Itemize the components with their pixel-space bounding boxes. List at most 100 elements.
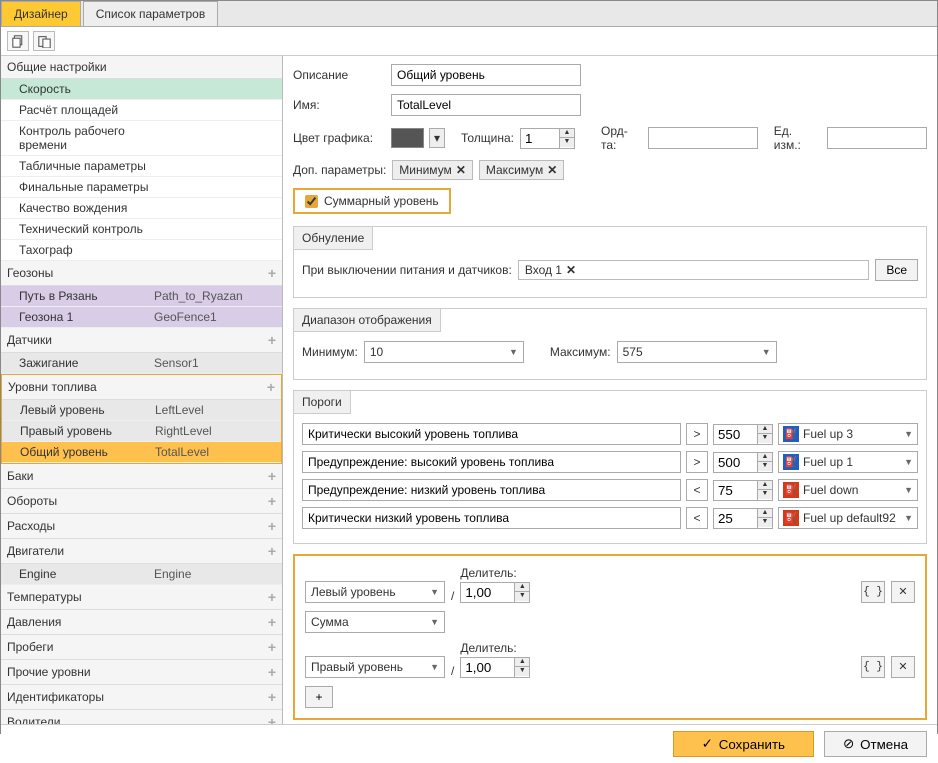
group-general[interactable]: Общие настройки (1, 56, 282, 79)
group-identifiers[interactable]: Идентификаторы+ (1, 685, 282, 710)
spin-up-icon[interactable]: ▲ (758, 481, 772, 490)
plus-icon[interactable]: + (268, 332, 276, 348)
spin-down-icon[interactable]: ▼ (560, 138, 574, 147)
paste-icon[interactable] (33, 31, 55, 51)
description-input[interactable] (391, 64, 581, 86)
remove-row-button[interactable]: ✕ (891, 656, 915, 678)
max-select[interactable]: 575▼ (617, 341, 777, 363)
power-off-input-chip[interactable]: Вход 1✕ (518, 260, 869, 280)
close-icon[interactable]: ✕ (456, 163, 466, 177)
item-engine-0[interactable]: EngineEngine (1, 564, 282, 585)
spin-up-icon[interactable]: ▲ (560, 129, 574, 138)
plus-icon[interactable]: + (268, 265, 276, 281)
item-geozone-1[interactable]: Геозона 1GeoFence1 (1, 307, 282, 328)
add-formula-row-button[interactable]: + (305, 686, 333, 708)
name-input[interactable] (391, 94, 581, 116)
chip-minimum[interactable]: Минимум✕ (392, 160, 473, 180)
threshold-comparator[interactable]: < (686, 479, 708, 501)
formula-right-select[interactable]: Правый уровень▼ (305, 656, 445, 678)
spin-down-icon[interactable]: ▼ (515, 667, 529, 676)
plus-icon[interactable]: + (267, 379, 275, 395)
threshold-comparator[interactable]: < (686, 507, 708, 529)
item-worktime[interactable]: Контроль рабочего времени (1, 121, 282, 156)
item-sensor-0[interactable]: ЗажиганиеSensor1 (1, 353, 282, 374)
item-geozone-0[interactable]: Путь в РязаньPath_to_Ryazan (1, 286, 282, 307)
tab-designer[interactable]: Дизайнер (1, 1, 81, 26)
threshold-comparator[interactable]: > (686, 451, 708, 473)
plus-icon[interactable]: + (268, 689, 276, 705)
color-swatch[interactable] (391, 128, 424, 148)
group-temperatures[interactable]: Температуры+ (1, 585, 282, 610)
plus-icon[interactable]: + (268, 639, 276, 655)
group-mileages[interactable]: Пробеги+ (1, 635, 282, 660)
item-driving-quality[interactable]: Качество вождения (1, 198, 282, 219)
thickness-spinner[interactable]: ▲▼ (520, 128, 575, 149)
group-engines[interactable]: Двигатели+ (1, 539, 282, 564)
threshold-icon-select[interactable]: ⛽Fuel up default92▼ (778, 507, 918, 529)
threshold-icon-select[interactable]: ⛽Fuel up 3▼ (778, 423, 918, 445)
code-braces-button[interactable]: { } (861, 656, 885, 678)
threshold-value-spinner[interactable]: ▲▼ (713, 508, 773, 529)
group-other-levels[interactable]: Прочие уровни+ (1, 660, 282, 685)
remove-row-button[interactable]: ✕ (891, 581, 915, 603)
threshold-icon-select[interactable]: ⛽Fuel down▼ (778, 479, 918, 501)
item-speed[interactable]: Скорость (1, 79, 282, 100)
cancel-button[interactable]: ⊘Отмена (824, 731, 927, 757)
item-fuel-1[interactable]: Правый уровеньRightLevel (2, 421, 281, 442)
close-icon[interactable]: ✕ (566, 263, 576, 277)
threshold-text-input[interactable] (302, 451, 681, 473)
spin-down-icon[interactable]: ▼ (758, 434, 772, 443)
plus-icon[interactable]: + (268, 714, 276, 724)
ordinate-input[interactable] (648, 127, 758, 149)
color-dropdown-arrow[interactable]: ▾ (429, 128, 445, 148)
spin-up-icon[interactable]: ▲ (515, 583, 529, 592)
spin-down-icon[interactable]: ▼ (515, 592, 529, 601)
threshold-value-spinner[interactable]: ▲▼ (713, 480, 773, 501)
formula-left-select[interactable]: Левый уровень▼ (305, 581, 445, 603)
formula-op-select[interactable]: Сумма▼ (305, 611, 445, 633)
threshold-text-input[interactable] (302, 479, 681, 501)
spin-up-icon[interactable]: ▲ (758, 453, 772, 462)
spin-up-icon[interactable]: ▲ (758, 509, 772, 518)
plus-icon[interactable]: + (268, 589, 276, 605)
group-sensors[interactable]: Датчики+ (1, 328, 282, 353)
divisor-2-spinner[interactable]: ▲▼ (460, 657, 530, 678)
item-fuel-0[interactable]: Левый уровеньLeftLevel (2, 400, 281, 421)
plus-icon[interactable]: + (268, 543, 276, 559)
group-consumption[interactable]: Расходы+ (1, 514, 282, 539)
copy-icon[interactable] (7, 31, 29, 51)
spin-down-icon[interactable]: ▼ (758, 490, 772, 499)
plus-icon[interactable]: + (268, 614, 276, 630)
threshold-text-input[interactable] (302, 423, 681, 445)
plus-icon[interactable]: + (268, 493, 276, 509)
unit-input[interactable] (827, 127, 927, 149)
min-select[interactable]: 10▼ (364, 341, 524, 363)
divisor-1-spinner[interactable]: ▲▼ (460, 582, 530, 603)
threshold-value-spinner[interactable]: ▲▼ (713, 452, 773, 473)
spin-up-icon[interactable]: ▲ (515, 658, 529, 667)
group-fuel-levels[interactable]: Уровни топлива+ (2, 375, 281, 400)
item-table-params[interactable]: Табличные параметры (1, 156, 282, 177)
close-icon[interactable]: ✕ (547, 163, 557, 177)
spin-down-icon[interactable]: ▼ (758, 518, 772, 527)
summary-level-checkbox[interactable] (305, 195, 318, 208)
threshold-value-spinner[interactable]: ▲▼ (713, 424, 773, 445)
item-tachograph[interactable]: Тахограф (1, 240, 282, 261)
threshold-comparator[interactable]: > (686, 423, 708, 445)
threshold-icon-select[interactable]: ⛽Fuel up 1▼ (778, 451, 918, 473)
save-button[interactable]: ✓Сохранить (673, 731, 814, 757)
code-braces-button[interactable]: { } (861, 581, 885, 603)
tab-param-list[interactable]: Список параметров (83, 1, 219, 26)
item-final-params[interactable]: Финальные параметры (1, 177, 282, 198)
group-geozones[interactable]: Геозоны+ (1, 261, 282, 286)
item-fuel-2[interactable]: Общий уровеньTotalLevel (2, 442, 281, 463)
plus-icon[interactable]: + (268, 664, 276, 680)
item-tech-control[interactable]: Технический контроль (1, 219, 282, 240)
spin-down-icon[interactable]: ▼ (758, 462, 772, 471)
chip-maximum[interactable]: Максимум✕ (479, 160, 564, 180)
threshold-text-input[interactable] (302, 507, 681, 529)
group-rpm[interactable]: Обороты+ (1, 489, 282, 514)
item-area[interactable]: Расчёт площадей (1, 100, 282, 121)
group-drivers[interactable]: Водители+ (1, 710, 282, 724)
group-tanks[interactable]: Баки+ (1, 464, 282, 489)
